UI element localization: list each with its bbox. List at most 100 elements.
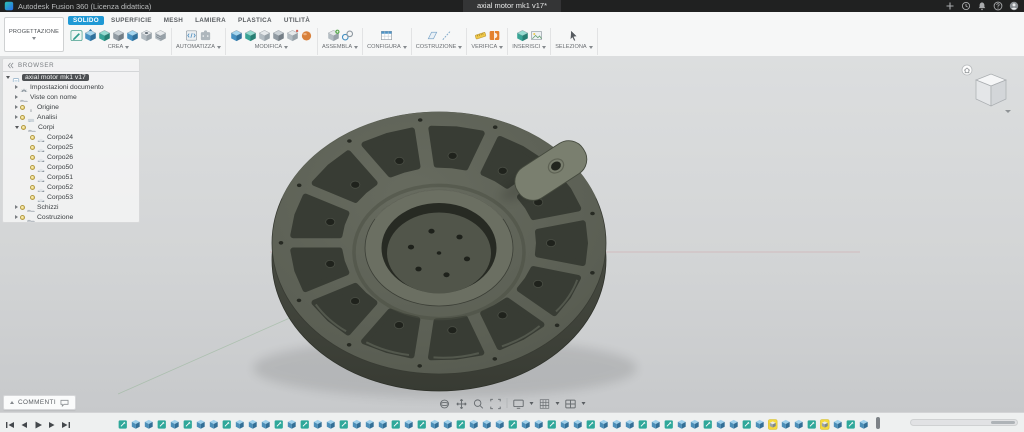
timeline-sketch-icon[interactable] (703, 417, 713, 429)
timeline-sketch-icon[interactable] (508, 417, 518, 429)
timeline-step-forward-button[interactable] (47, 417, 57, 428)
configuration-icon[interactable] (380, 29, 393, 42)
ribbon-group-label[interactable]: CONFIGURA (367, 44, 407, 50)
sweep-icon[interactable] (112, 29, 125, 42)
visibility-bulb-icon[interactable] (30, 134, 35, 140)
display-settings-icon[interactable] (513, 397, 525, 409)
timeline-feature-icon[interactable] (235, 417, 245, 429)
tree-item-corpo50[interactable]: Corpo50 (3, 162, 139, 172)
timeline-sketch-icon[interactable] (742, 417, 752, 429)
timeline-feature-icon[interactable] (248, 417, 258, 429)
timeline-feature-icon[interactable] (430, 417, 440, 429)
timeline-feature-icon[interactable] (573, 417, 583, 429)
insert-canvas-icon[interactable] (530, 29, 543, 42)
timeline-feature-icon[interactable] (131, 417, 141, 429)
fillet-icon[interactable] (244, 29, 257, 42)
timeline-sketch-icon[interactable] (456, 417, 466, 429)
viewcube-cube[interactable] (975, 73, 1007, 107)
select-icon[interactable] (567, 29, 580, 42)
thread-icon[interactable] (154, 29, 167, 42)
notifications-bell-icon[interactable] (977, 1, 987, 11)
timeline-feature-icon[interactable] (729, 417, 739, 429)
timeline-feature-icon[interactable] (521, 417, 531, 429)
design-canvas[interactable] (0, 56, 1024, 413)
tree-item-corpi[interactable]: Corpi (3, 122, 139, 132)
tree-item-schizzi[interactable]: Schizzi (3, 202, 139, 212)
workspace-selector[interactable]: PROGETTAZIONE (4, 17, 64, 52)
viewcube-home-button[interactable] (961, 64, 973, 76)
ribbon-group-label[interactable]: VERIFICA (471, 44, 504, 50)
timeline-feature-icon[interactable] (313, 417, 323, 429)
tree-item-corpo26[interactable]: Corpo26 (3, 152, 139, 162)
viewcube[interactable] (960, 62, 1014, 116)
tree-item-axial-motor-mk1-v17[interactable]: axial motor mk1 v17 (3, 72, 139, 82)
tree-item-corpo53[interactable]: Corpo53 (3, 192, 139, 202)
timeline-skip-start-button[interactable] (5, 417, 15, 428)
timeline-feature-icon[interactable] (625, 417, 635, 429)
tree-item-costruzione[interactable]: Costruzione (3, 212, 139, 222)
timeline-feature-icon[interactable] (209, 417, 219, 429)
section-analysis-icon[interactable] (488, 29, 501, 42)
visibility-bulb-icon[interactable] (20, 214, 25, 220)
zoom-icon[interactable] (473, 397, 485, 409)
physical-material-icon[interactable] (300, 29, 313, 42)
timeline-feature-warning-icon[interactable] (768, 417, 778, 430)
add-in-icon[interactable] (199, 29, 212, 42)
timeline-zoom-handle[interactable] (991, 420, 1015, 424)
joint-icon[interactable] (341, 29, 354, 42)
visibility-bulb-icon[interactable] (30, 164, 35, 170)
tab-utilita[interactable]: UTILITÀ (279, 16, 315, 25)
motor-body-model[interactable] (117, 111, 860, 398)
visibility-bulb-icon[interactable] (30, 174, 35, 180)
tree-item-corpo24[interactable]: Corpo24 (3, 132, 139, 142)
tab-mesh[interactable]: MESH (159, 16, 188, 25)
visibility-bulb-icon[interactable] (30, 194, 35, 200)
timeline-sketch-icon[interactable] (274, 417, 284, 429)
loft-icon[interactable] (126, 29, 139, 42)
orbit-icon[interactable] (439, 397, 451, 409)
tab-plastica[interactable]: PLASTICA (233, 16, 277, 25)
disclosure-collapsed-icon[interactable] (15, 215, 18, 219)
fit-icon[interactable] (490, 397, 502, 410)
timeline-feature-icon[interactable] (716, 417, 726, 429)
timeline-sketch-icon[interactable] (118, 417, 128, 429)
ribbon-group-label[interactable]: MODIFICA (255, 44, 289, 50)
timeline-feature-icon[interactable] (482, 417, 492, 429)
collapse-panel-icon[interactable] (7, 62, 14, 69)
visibility-bulb-icon[interactable] (21, 124, 26, 130)
timeline-sketch-icon[interactable] (638, 417, 648, 429)
tab-superficie[interactable]: SUPERFICIE (106, 16, 157, 25)
timeline-feature-icon[interactable] (859, 417, 869, 429)
visibility-bulb-icon[interactable] (20, 114, 25, 120)
insert-mesh-icon[interactable] (516, 29, 529, 42)
construction-axis-icon[interactable] (440, 29, 453, 42)
profile-avatar[interactable] (1009, 1, 1019, 11)
viewcube-menu-button[interactable] (1005, 110, 1011, 113)
tab-solido[interactable]: SOLIDO (68, 16, 104, 25)
tree-item-corpo52[interactable]: Corpo52 (3, 182, 139, 192)
timeline-feature-icon[interactable] (690, 417, 700, 429)
ribbon-group-label[interactable]: AUTOMATIZZA (176, 44, 221, 50)
timeline-sketch-icon[interactable] (417, 417, 427, 429)
timeline-feature-icon[interactable] (833, 417, 843, 429)
disclosure-collapsed-icon[interactable] (15, 205, 18, 209)
visibility-bulb-icon[interactable] (20, 204, 25, 210)
tree-item-viste-con-nome[interactable]: Viste con nome (3, 92, 139, 102)
timeline-step-back-button[interactable] (19, 417, 29, 428)
timeline-sketch-icon[interactable] (547, 417, 557, 429)
timeline-feature-icon[interactable] (794, 417, 804, 429)
timeline-sketch-icon[interactable] (664, 417, 674, 429)
timeline-feature-icon[interactable] (404, 417, 414, 429)
ribbon-group-label[interactable]: CREA (108, 44, 130, 50)
ribbon-group-label[interactable]: INSERISCI (512, 44, 547, 50)
timeline-sketch-icon[interactable] (339, 417, 349, 429)
ribbon-group-label[interactable]: ASSEMBLA (322, 44, 359, 50)
timeline-feature-icon[interactable] (261, 417, 271, 429)
grid-settings-icon[interactable] (539, 397, 551, 409)
ribbon-group-label[interactable]: SELEZIONA (555, 44, 593, 50)
timeline-feature-icon[interactable] (781, 417, 791, 429)
viewports-icon[interactable] (565, 397, 577, 409)
timeline-feature-icon[interactable] (651, 417, 661, 429)
new-component-icon[interactable] (327, 29, 340, 42)
create-sketch-icon[interactable] (70, 29, 83, 42)
